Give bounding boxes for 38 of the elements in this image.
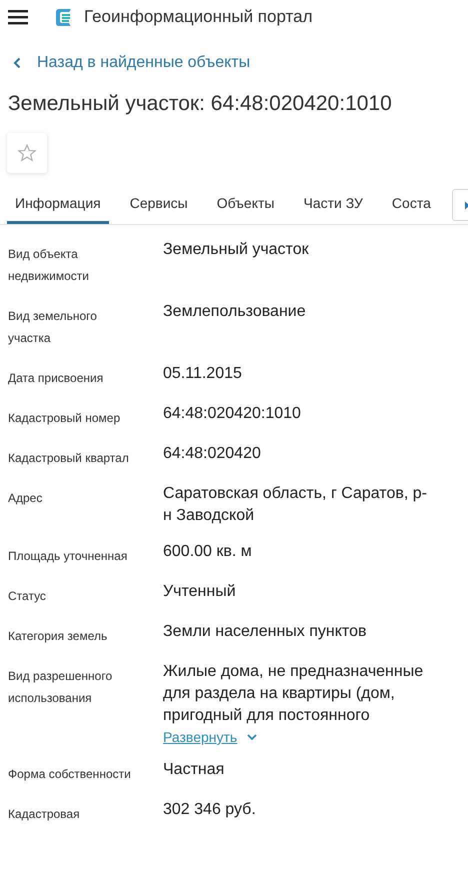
field-label: Дата присвоения (8, 370, 104, 387)
field-value: 05.11.2015 (163, 364, 242, 384)
field-value: 600.00 кв. м (163, 542, 252, 562)
field-label: Кадастровый квартал (8, 450, 130, 467)
field-label: Категория земель (8, 628, 108, 645)
field-label: Кадастровый номер (8, 410, 122, 427)
field-value: Земельный участок (163, 240, 309, 260)
portal-title: Геоинформационный портал (84, 7, 313, 27)
field-value: 64:48:020420 (163, 444, 261, 464)
field-value: Жилые дома, не предназначенные для раздела на квартиры (дом, пригодный для постоянного (163, 662, 424, 726)
menu-button[interactable] (8, 8, 30, 26)
field-value: Землепользование (163, 302, 306, 322)
chevron-down-icon (247, 734, 258, 740)
tab[interactable]: Сервисы (122, 188, 196, 224)
logo-icon (55, 8, 72, 26)
page-title: Земельный участок: 64:48:020420:1010 (8, 92, 393, 116)
field-value: Саратовская область, г Саратов, р-н Заводской (163, 484, 428, 526)
field-label: Статус (8, 588, 47, 605)
field-value: Частная (163, 760, 224, 780)
field-value: 302 346 руб. (163, 800, 256, 820)
tab[interactable]: Объекты (208, 188, 282, 224)
tab[interactable]: Соста (384, 188, 439, 224)
field-value: 64:48:020420:1010 (163, 404, 301, 424)
field-label: Кадастровая (8, 806, 81, 823)
star-icon (17, 143, 37, 163)
field-label: Вид объекта недвижимости (8, 246, 90, 285)
field-label: Форма собственности (8, 766, 132, 783)
back-link[interactable]: Назад в найденные объекты (13, 54, 250, 72)
tab[interactable]: Информация (7, 188, 109, 224)
expand-link[interactable]: Развернуть (163, 729, 258, 745)
field-value: Учтенный (163, 582, 236, 602)
tab[interactable]: Части ЗУ (295, 188, 371, 224)
field-label: Адрес (8, 490, 44, 507)
field-label: Вид разрешенного использования (8, 668, 114, 707)
field-value: Земли населенных пунктов (163, 622, 366, 642)
field-label: Вид земельного участка (8, 308, 98, 347)
field-label: Площадь уточненная (8, 548, 128, 565)
back-chevron-icon (13, 57, 21, 69)
